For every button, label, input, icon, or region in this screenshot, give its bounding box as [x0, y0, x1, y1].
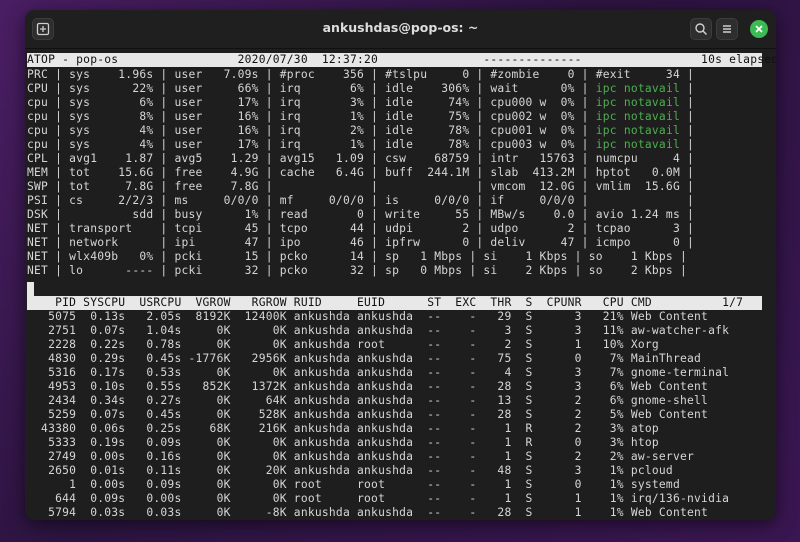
process-table-header: PID SYSCPU USRCPU VGROW RGROW RUID EUID … [27, 296, 762, 310]
process-row: 5333 0.19s 0.09s 0K 0K ankushda ankushda… [27, 436, 659, 449]
close-button[interactable] [750, 20, 768, 38]
summary-cpu000-text: cpu | sys 6% | user 17% | irq 3% | idle … [27, 96, 596, 109]
process-row: 2650 0.01s 0.11s 0K 20K ankushda ankushd… [27, 464, 673, 477]
summary-cpl: CPL | avg1 1.87 | avg5 1.29 | avg15 1.09… [27, 152, 695, 165]
process-row: 5316 0.17s 0.53s 0K 0K ankushda ankushda… [27, 366, 730, 379]
summary-cpu002-text: cpu | sys 8% | user 16% | irq 1% | idle … [27, 110, 596, 123]
process-row: 4953 0.10s 0.55s 852K 1372K ankushda ank… [27, 380, 709, 393]
process-row: 1 0.00s 0.09s 0K 0K root root -- - 1 S 0… [27, 478, 680, 491]
summary-net-network: NET | network | ipi 47 | ipo 46 | ipfrw … [27, 236, 695, 249]
process-row: 2228 0.22s 0.78s 0K 0K ankushda root -- … [27, 338, 659, 351]
summary-cpu000: cpu | sys 6% | user 17% | irq 3% | idle … [27, 96, 695, 109]
search-button[interactable] [690, 18, 712, 40]
process-row: 5794 0.03s 0.03s 0K -8K ankushda ankushd… [27, 506, 709, 519]
ipc-notavail-text: ipc notavail [595, 124, 680, 137]
menu-button[interactable] [716, 18, 738, 40]
summary-net-transport: NET | transport | tcpi 45 | tcpo 44 | ud… [27, 222, 695, 235]
summary-cpu002: cpu | sys 8% | user 16% | irq 1% | idle … [27, 110, 695, 123]
summary-cpu003: cpu | sys 4% | user 17% | irq 1% | idle … [27, 138, 695, 151]
ipc-notavail-text: ipc notavail [595, 96, 680, 109]
process-row: 5075 0.13s 2.05s 8192K 12400K ankushda a… [27, 310, 709, 323]
process-row: 43380 0.06s 0.25s 68K 216K ankushda anku… [27, 422, 659, 435]
summary-cpu003-text: cpu | sys 4% | user 17% | irq 1% | idle … [27, 138, 596, 151]
process-row: 4830 0.29s 0.45s -1776K 2956K ankushda a… [27, 352, 702, 365]
title-bar: ankushdas@pop-os: ~ [25, 10, 776, 49]
summary-swp: SWP | tot 7.8G | free 7.8G | | | vmcom 1… [27, 180, 695, 193]
ipc-notavail-text: ipc notavail [595, 110, 680, 123]
hamburger-menu-icon [723, 25, 731, 33]
process-row: 644 0.09s 0.00s 0K 0K root root -- - 1 S… [27, 492, 730, 505]
window-title: ankushdas@pop-os: ~ [322, 20, 479, 35]
close-icon [755, 25, 763, 33]
summary-cpu: CPU | sys 22% | user 66% | irq 6% | idle… [27, 82, 695, 95]
ipc-notavail-text: ipc notavail [595, 138, 680, 151]
summary-dsk: DSK | sdd | busy 1% | read 0 | write 55 … [27, 208, 695, 221]
summary-psi: PSI | cs 2/2/3 | ms 0/0/0 | mf 0/0/0 | i… [27, 194, 695, 207]
summary-cpu-text: CPU | sys 22% | user 66% | irq 6% | idle… [27, 82, 596, 95]
summary-net-lo: NET | lo ---- | pcki 32 | pcko 32 | sp 0… [27, 264, 688, 277]
process-row: 5259 0.07s 0.45s 0K 528K ankushda ankush… [27, 408, 709, 421]
terminal-cursor [27, 282, 34, 296]
ipc-notavail-text: ipc notavail [595, 82, 680, 95]
search-icon [695, 23, 708, 36]
summary-prc: PRC | sys 1.96s | user 7.09s | #proc 356… [27, 68, 695, 81]
atop-header: ATOP - pop-os 2020/07/30 12:37:20 ------… [27, 53, 776, 67]
summary-net-wlx: NET | wlx409b 0% | pcki 15 | pcko 14 | s… [27, 250, 688, 263]
summary-cpu001: cpu | sys 4% | user 16% | irq 2% | idle … [27, 124, 695, 137]
summary-mem: MEM | tot 15.6G | free 4.9G | cache 6.4G… [27, 166, 695, 179]
terminal-output[interactable]: ATOP - pop-os 2020/07/30 12:37:20 ------… [25, 49, 776, 520]
process-row: 2751 0.07s 1.04s 0K 0K ankushda ankushda… [27, 324, 730, 337]
terminal-window: ankushdas@pop-os: ~ ATOP - pop-os 2020/0… [25, 10, 776, 520]
summary-cpu001-text: cpu | sys 4% | user 16% | irq 2% | idle … [27, 124, 596, 137]
process-row: 2434 0.34s 0.27s 0K 64K ankushda ankushd… [27, 394, 709, 407]
process-row: 2749 0.00s 0.16s 0K 0K ankushda ankushda… [27, 450, 695, 463]
